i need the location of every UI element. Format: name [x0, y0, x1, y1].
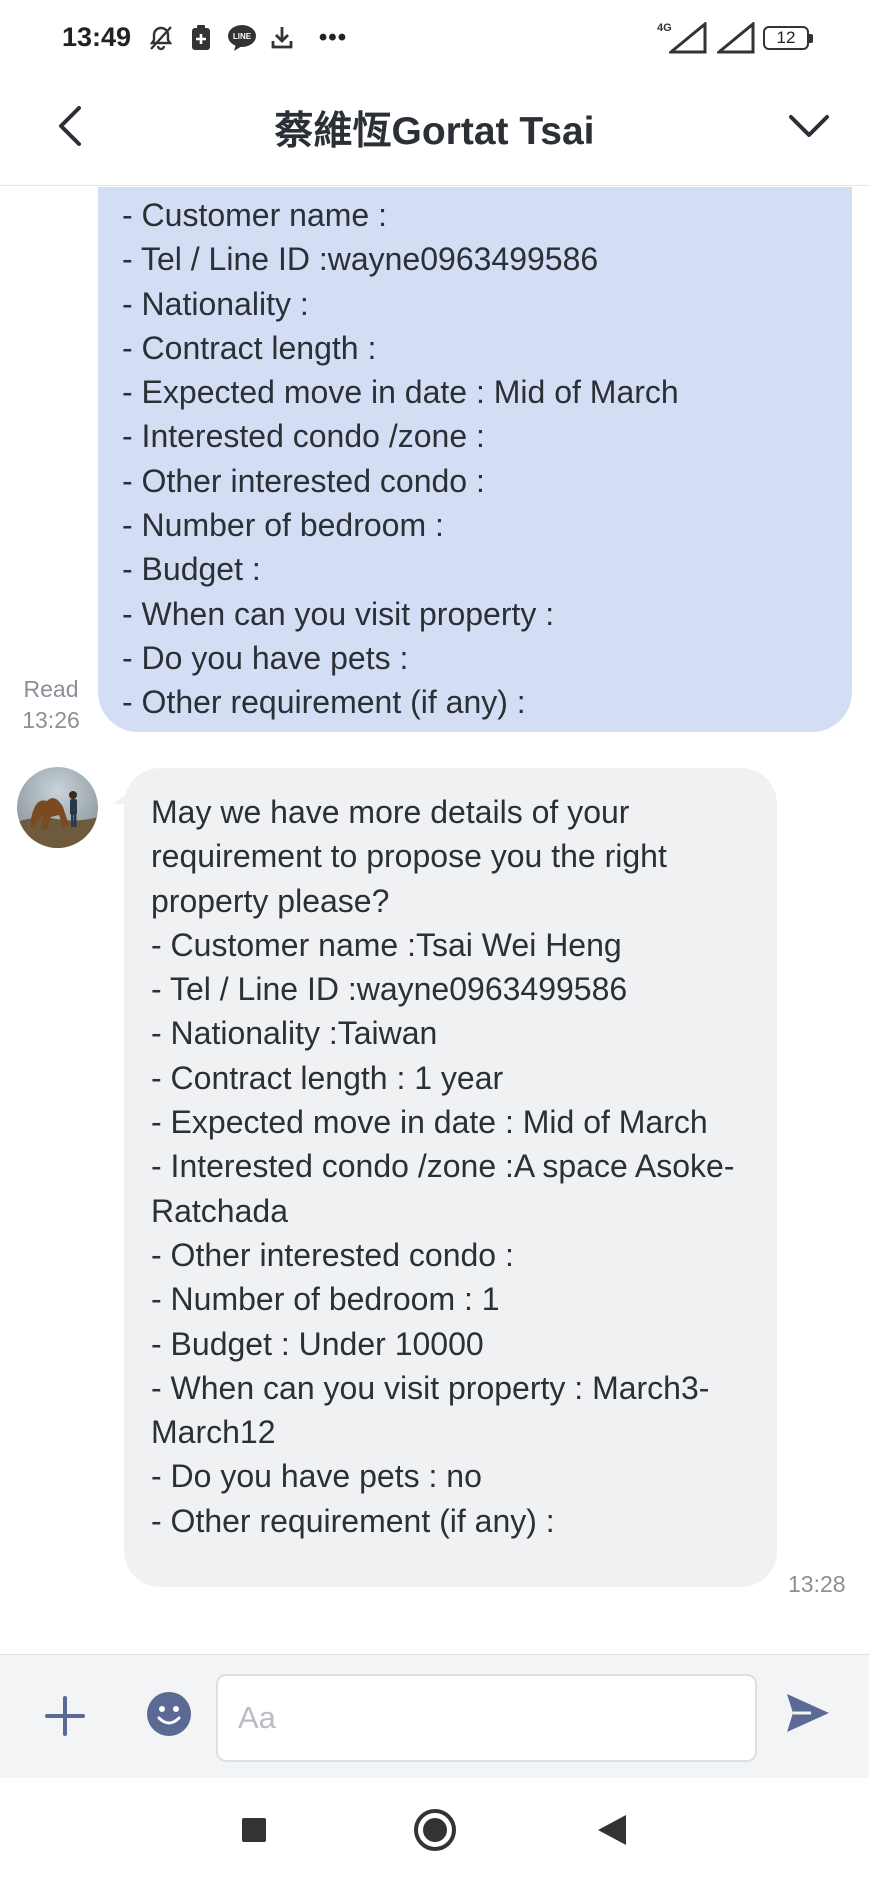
received-line: May we have more details of your require… — [151, 794, 667, 919]
sent-message-bubble[interactable]: - Customer name : - Tel / Line ID :wayne0… — [98, 187, 852, 732]
back-button[interactable] — [40, 98, 100, 158]
sent-message-text: - Customer name : - Tel / Line ID :wayne0… — [122, 193, 828, 725]
more-indicator: ••• — [318, 24, 348, 51]
received-line: - When can you visit property : March3-M… — [151, 1369, 710, 1451]
message-input-bar — [0, 1654, 869, 1778]
expand-menu-button[interactable] — [779, 98, 839, 158]
received-message-text: May we have more details of your require… — [151, 790, 751, 1543]
sent-line: - Tel / Line ID :wayne0963499586 — [122, 241, 599, 278]
received-line: - Nationality :Taiwan — [151, 1015, 438, 1052]
chat-title: 蔡維恆Gortat Tsai — [274, 110, 595, 153]
system-back-button[interactable] — [584, 1804, 640, 1860]
sent-line: - Nationality : — [122, 285, 309, 322]
sent-message-meta: Read 13:26 — [14, 674, 88, 736]
received-line: - Other interested condo : — [151, 1236, 514, 1273]
received-line: - Other requirement (if any) : — [151, 1502, 555, 1539]
signal-icon-2 — [717, 22, 755, 54]
sent-message-time: 13:26 — [22, 707, 80, 733]
system-nav-bar — [0, 1778, 869, 1883]
back-arrow-icon — [55, 105, 85, 152]
emoji-icon — [146, 1691, 192, 1742]
sent-line: - Number of bedroom : — [122, 507, 444, 544]
home-button[interactable] — [407, 1804, 463, 1860]
received-line: - Number of bedroom : 1 — [151, 1281, 500, 1318]
received-line: - Expected move in date : Mid of March — [151, 1104, 708, 1141]
emoji-button[interactable] — [142, 1689, 196, 1743]
sent-line: - Expected move in date : Mid of March — [122, 374, 679, 411]
received-line: - Tel / Line ID :wayne0963499586 — [151, 971, 628, 1008]
received-line: - Budget : Under 10000 — [151, 1325, 484, 1362]
received-message-time: 13:28 — [788, 1571, 846, 1597]
received-message-bubble[interactable]: May we have more details of your require… — [124, 768, 777, 1587]
line-icon: LINE — [227, 24, 257, 52]
status-time: 13:49 — [62, 22, 132, 52]
received-line: - Do you have pets : no — [151, 1458, 482, 1495]
plus-icon — [45, 1695, 85, 1741]
chevron-down-icon — [788, 112, 830, 145]
received-line: - Customer name :Tsai Wei Heng — [151, 926, 622, 963]
chat-message-list[interactable]: - Customer name : - Tel / Line ID :wayne0… — [0, 187, 869, 1654]
battery-icon: 12 — [763, 26, 813, 50]
received-line: - Interested condo /zone :A space Asoke-… — [151, 1148, 735, 1229]
message-input[interactable] — [216, 1674, 757, 1762]
app-notification-icon — [189, 24, 213, 52]
sent-line: - Contract length : — [122, 329, 377, 366]
back-icon — [596, 1813, 628, 1852]
send-icon — [785, 1692, 831, 1739]
contact-avatar[interactable] — [17, 767, 98, 848]
read-receipt: Read — [23, 676, 79, 702]
sent-line: - Other interested condo : — [122, 462, 485, 499]
recents-icon — [240, 1816, 268, 1849]
received-line: - Contract length : 1 year — [151, 1059, 504, 1096]
add-attachment-button[interactable] — [36, 1689, 94, 1747]
download-icon — [268, 24, 296, 52]
mute-icon — [146, 24, 176, 52]
sent-line: - When can you visit property : — [122, 595, 555, 632]
chat-header: 蔡維恆Gortat Tsai — [0, 76, 869, 186]
send-button[interactable] — [778, 1685, 838, 1745]
home-icon — [412, 1807, 458, 1858]
sent-line: - Budget : — [122, 551, 261, 588]
sent-line: - Do you have pets : — [122, 639, 409, 676]
signal-icon — [669, 22, 707, 54]
recents-button[interactable] — [226, 1804, 282, 1860]
svg-text:LINE: LINE — [233, 32, 252, 41]
sent-line: - Customer name : — [122, 197, 387, 233]
sent-line: - Other requirement (if any) : — [122, 684, 526, 721]
sent-line: - Interested condo /zone : — [122, 418, 485, 455]
status-bar: 13:49 LINE ••• 4G 12 — [0, 0, 869, 76]
